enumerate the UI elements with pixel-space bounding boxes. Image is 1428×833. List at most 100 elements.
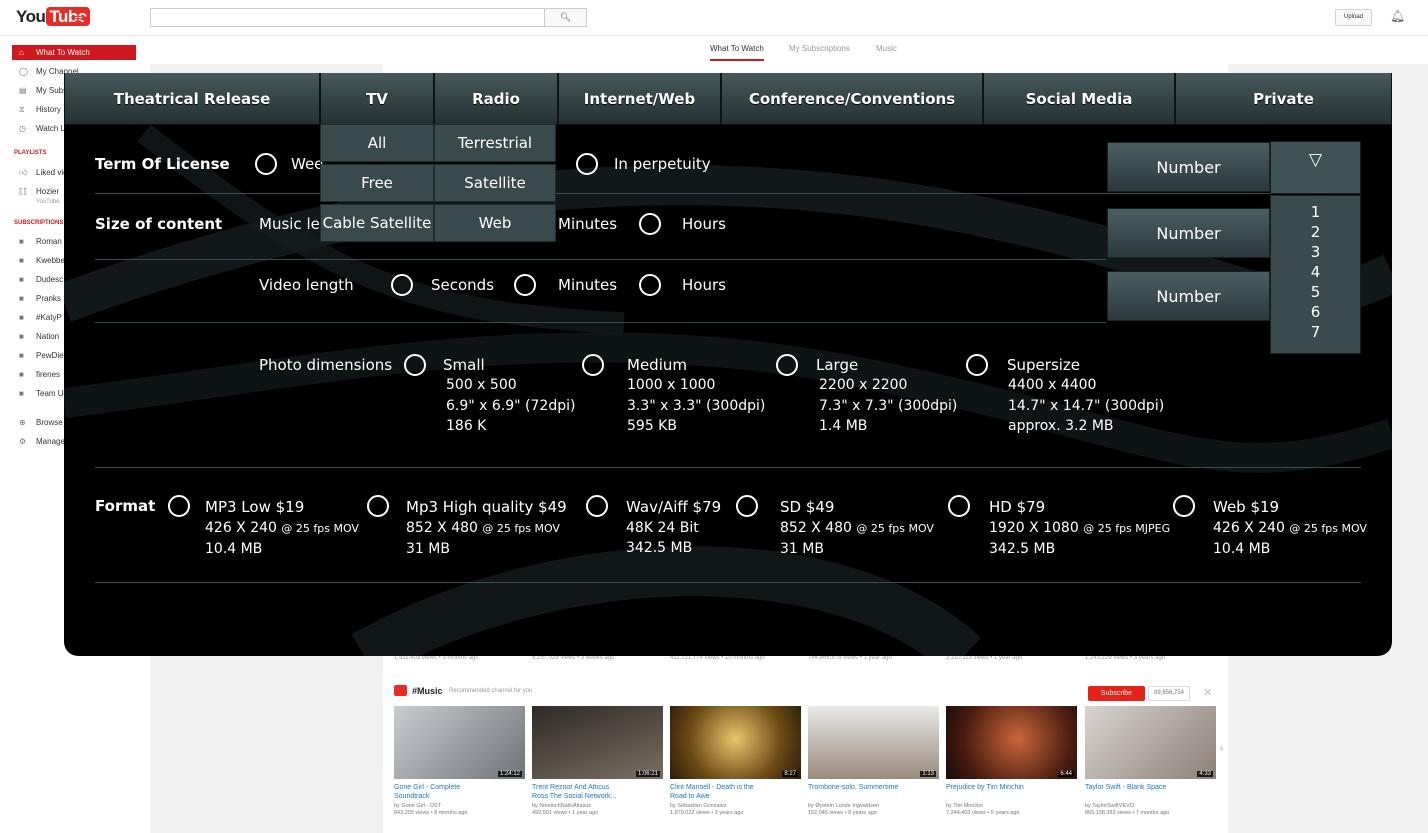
video-card[interactable]: 1:06:21 Trent Reznor And Atticus Ross Th… bbox=[532, 706, 663, 831]
video-title[interactable]: Taylor Swift - Blank Space bbox=[1085, 783, 1216, 792]
subscribe-button[interactable]: Subscribe bbox=[1088, 686, 1145, 701]
subscriber-count: 89,856,754 bbox=[1148, 686, 1190, 701]
channel-avatar-icon: ■ bbox=[19, 389, 24, 398]
term-perpetuity-radio[interactable] bbox=[576, 153, 598, 175]
tab-private[interactable]: Private bbox=[1175, 73, 1392, 125]
format-size: 10.4 MB bbox=[205, 541, 263, 557]
video-title[interactable]: Trombone-solo, Summertime bbox=[808, 783, 939, 792]
music-hours-label: Hours bbox=[682, 215, 726, 233]
video-title[interactable]: Gone Girl - Complete Soundtrack bbox=[394, 783, 525, 801]
close-icon[interactable]: ✕ bbox=[1203, 686, 1212, 699]
channel-avatar-icon: ■ bbox=[19, 370, 24, 379]
upload-button[interactable]: Upload bbox=[1335, 9, 1372, 26]
format-web-radio[interactable] bbox=[1173, 495, 1195, 517]
menu-icon[interactable]: ≡▾ bbox=[74, 11, 88, 27]
music-length-label: Music ler bbox=[259, 215, 327, 233]
video-thumbnail[interactable]: 1:06:21 bbox=[532, 706, 663, 779]
format-mp3-high-radio[interactable] bbox=[367, 495, 389, 517]
dropdown-option-3[interactable]: 3 bbox=[1271, 242, 1360, 262]
video-hours-radio[interactable] bbox=[639, 274, 661, 296]
video-thumbnail[interactable]: 1:24:12 bbox=[394, 706, 525, 779]
subscription-label: PewDie bbox=[36, 351, 64, 360]
video-number-field[interactable]: Number bbox=[1107, 271, 1270, 321]
subscription-label: #KatyP bbox=[36, 313, 62, 322]
bell-icon[interactable]: 🔔︎ bbox=[1390, 9, 1405, 23]
format-hd-radio[interactable] bbox=[948, 495, 970, 517]
radio-menu-web[interactable]: Web bbox=[434, 204, 556, 242]
chevron-right-icon[interactable]: › bbox=[1220, 743, 1223, 753]
format-wav-aiff-radio[interactable] bbox=[586, 495, 608, 517]
video-card[interactable]: 6:44 Prejudice by Tim Minchin by Tim Min… bbox=[946, 706, 1077, 831]
music-minutes-label: Minutes bbox=[558, 215, 618, 233]
subscription-label: Pranks bbox=[36, 294, 61, 303]
video-card[interactable]: 4:33 Taylor Swift - Blank Space by Taylo… bbox=[1085, 706, 1216, 831]
format-option-name: SD $49 bbox=[780, 498, 835, 516]
format-size: 31 MB bbox=[780, 541, 824, 557]
search-icon[interactable]: 🔍︎ bbox=[544, 8, 587, 27]
photo-supersize-radio[interactable] bbox=[966, 354, 988, 376]
video-title[interactable]: Trent Reznor And Atticus Ross The Social… bbox=[532, 783, 663, 801]
video-thumbnail[interactable]: 1:13 bbox=[808, 706, 939, 779]
radio-menu-satellite[interactable]: Satellite bbox=[434, 164, 556, 202]
video-duration: 1:13 bbox=[920, 771, 936, 777]
shelf-title[interactable]: #Music bbox=[412, 686, 443, 696]
format-fps: @ 25 fps MOV bbox=[856, 521, 934, 535]
dropdown-option-4[interactable]: 4 bbox=[1271, 262, 1360, 282]
dropdown-option-1[interactable]: 1 bbox=[1271, 202, 1360, 222]
format-fps: @ 25 fps MOV bbox=[281, 521, 359, 535]
video-card[interactable]: 1:24:12 Gone Girl - Complete Soundtrack … bbox=[394, 706, 525, 831]
format-size: 342.5 MB bbox=[626, 540, 693, 556]
tv-menu-free[interactable]: Free bbox=[320, 164, 434, 202]
video-card[interactable]: 1:13 Trombone-solo, Summertime by Øystei… bbox=[808, 706, 939, 831]
video-duration: 1:06:21 bbox=[635, 771, 660, 777]
video-title[interactable]: Clint Mansell - Death is the Road to Awe bbox=[670, 783, 801, 801]
music-number-field[interactable]: Number bbox=[1107, 208, 1270, 258]
tab-my-subscriptions[interactable]: My Subscriptions bbox=[789, 44, 850, 53]
video-minutes-radio[interactable] bbox=[514, 274, 536, 296]
tab-social-media[interactable]: Social Media bbox=[983, 73, 1175, 125]
photo-small-radio[interactable] bbox=[404, 354, 426, 376]
sidebar-item-what-to-watch[interactable]: ⌂ What To Watch bbox=[12, 45, 136, 60]
term-weeks-radio[interactable] bbox=[255, 153, 277, 175]
size-of-content-label: Size of content bbox=[95, 215, 223, 233]
video-hours-label: Hours bbox=[682, 276, 726, 294]
format-sd-radio[interactable] bbox=[736, 495, 758, 517]
tab-tv[interactable]: TV bbox=[320, 73, 434, 125]
subscriptions-icon: ▤ bbox=[19, 86, 27, 95]
tab-theatrical-release[interactable]: Theatrical Release bbox=[64, 73, 320, 125]
tab-internet-web[interactable]: Internet/Web bbox=[558, 73, 721, 125]
photo-large-radio[interactable] bbox=[776, 354, 798, 376]
search-input[interactable] bbox=[150, 8, 545, 27]
radio-menu-terrestrial[interactable]: Terrestrial bbox=[434, 124, 556, 162]
format-label: Format bbox=[95, 497, 156, 515]
sidebar-item-label: What To Watch bbox=[36, 48, 90, 57]
dropdown-option-6[interactable]: 6 bbox=[1271, 302, 1360, 322]
format-option: MP3 Low $19 426 X 240 @ 25 fps MOV 10.4 … bbox=[205, 497, 359, 560]
logo-text: You bbox=[16, 7, 46, 26]
tv-menu-all[interactable]: All bbox=[320, 124, 434, 162]
video-thumbnail[interactable]: 6:44 bbox=[946, 706, 1077, 779]
photo-medium-radio[interactable] bbox=[582, 354, 604, 376]
video-thumbnail[interactable]: 4:33 bbox=[1085, 706, 1216, 779]
photo-option-name: Medium bbox=[627, 356, 687, 374]
detail-line: 595 KB bbox=[627, 418, 677, 434]
number-dropdown-toggle[interactable]: ▽ bbox=[1270, 141, 1361, 194]
video-title[interactable]: Prejudice by Tim Minchin bbox=[946, 783, 1077, 792]
term-number-field[interactable]: Number bbox=[1107, 142, 1270, 192]
video-thumbnail[interactable]: 8:27 bbox=[670, 706, 801, 779]
dropdown-option-7[interactable]: 7 bbox=[1271, 322, 1360, 342]
video-seconds-radio[interactable] bbox=[391, 274, 413, 296]
format-mp3-low-radio[interactable] bbox=[168, 495, 190, 517]
tab-what-to-watch[interactable]: What To Watch bbox=[710, 44, 764, 61]
tab-music[interactable]: Music bbox=[876, 44, 897, 53]
dropdown-option-5[interactable]: 5 bbox=[1271, 282, 1360, 302]
tv-menu-cable-satellite[interactable]: Cable Satellite bbox=[320, 204, 434, 242]
subscription-label: Nation bbox=[36, 332, 60, 341]
video-card[interactable]: 8:27 Clint Mansell - Death is the Road t… bbox=[670, 706, 801, 831]
tab-radio[interactable]: Radio bbox=[434, 73, 558, 125]
video-byline: by NineinchNailsAtlasus 492,501 views • … bbox=[532, 803, 599, 816]
video-duration: 8:27 bbox=[782, 771, 798, 777]
dropdown-option-2[interactable]: 2 bbox=[1271, 222, 1360, 242]
tab-conference-conventions[interactable]: Conference/Conventions bbox=[721, 73, 983, 125]
music-hours-radio[interactable] bbox=[639, 213, 661, 235]
